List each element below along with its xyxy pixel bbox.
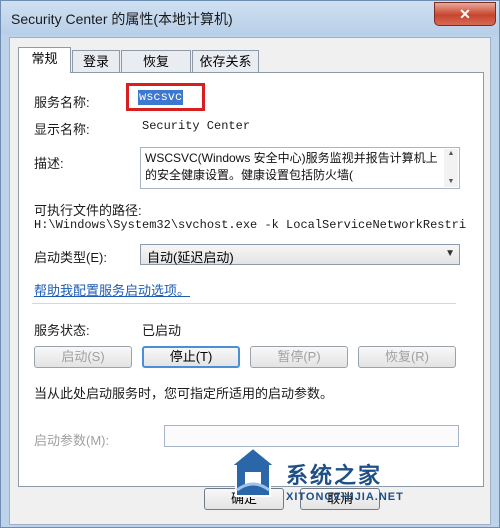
display-name-label: 显示名称: <box>34 122 90 137</box>
scroll-down-icon[interactable]: ▼ <box>444 177 458 187</box>
description-textbox[interactable]: WSCSVC(Windows 安全中心)服务监视并报告计算机上的安全健康设置。健… <box>140 147 460 189</box>
start-params-note: 当从此处启动服务时，您可指定所适用的启动参数。 <box>34 386 334 401</box>
exe-path-value[interactable]: H:\Windows\System32\svchost.exe -k Local… <box>34 218 466 232</box>
start-params-label: 启动参数(M): <box>34 433 110 448</box>
close-button[interactable]: ✕ <box>434 2 496 26</box>
tab-logon[interactable]: 登录 <box>72 50 120 72</box>
service-status-label: 服务状态: <box>34 323 90 338</box>
resume-button[interactable]: 恢复(R) <box>358 346 456 368</box>
start-button[interactable]: 启动(S) <box>34 346 132 368</box>
display-name-value[interactable]: Security Center <box>142 119 250 133</box>
startup-type-label: 启动类型(E): <box>34 250 107 265</box>
startup-type-select[interactable]: 自动(延迟启动) ▼ <box>140 244 460 265</box>
tab-logon-label: 登录 <box>82 54 109 69</box>
close-icon: ✕ <box>459 6 471 22</box>
tab-dependencies-label: 依存关系 <box>199 54 252 69</box>
tab-recovery-label: 恢复 <box>142 54 169 69</box>
scroll-up-icon[interactable]: ▲ <box>444 149 458 159</box>
service-status-value: 已启动 <box>142 323 182 338</box>
stop-button[interactable]: 停止(T) <box>142 346 240 368</box>
tab-general-label: 常规 <box>31 51 58 66</box>
watermark-brand: 系统之家 <box>286 463 383 488</box>
service-name-value[interactable]: wscsvc <box>138 90 184 105</box>
exe-path-label: 可执行文件的路径: <box>34 203 142 218</box>
help-configure-link[interactable]: 帮助我配置服务启动选项。 <box>34 280 190 299</box>
divider <box>32 303 456 304</box>
title-bar[interactable]: Security Center 的属性(本地计算机) ✕ <box>1 1 499 35</box>
tab-general[interactable]: 常规 <box>18 47 71 73</box>
tab-recovery[interactable]: 恢复 <box>121 50 191 72</box>
window-title: Security Center 的属性(本地计算机) <box>11 11 233 27</box>
description-label: 描述: <box>34 156 64 171</box>
watermark-url: XITONGZHIJIA.NET <box>286 491 404 503</box>
description-text: WSCSVC(Windows 安全中心)服务监视并报告计算机上的安全健康设置。健… <box>145 151 438 182</box>
house-logo-icon <box>229 446 277 497</box>
start-params-input[interactable] <box>164 425 459 447</box>
tab-dependencies[interactable]: 依存关系 <box>192 50 259 72</box>
chevron-down-icon[interactable]: ▼ <box>445 248 455 259</box>
service-name-label: 服务名称: <box>34 95 90 110</box>
pause-button[interactable]: 暂停(P) <box>250 346 348 368</box>
startup-type-value: 自动(延迟启动) <box>147 250 234 265</box>
description-scrollbar[interactable]: ▲ ▼ <box>444 149 458 187</box>
